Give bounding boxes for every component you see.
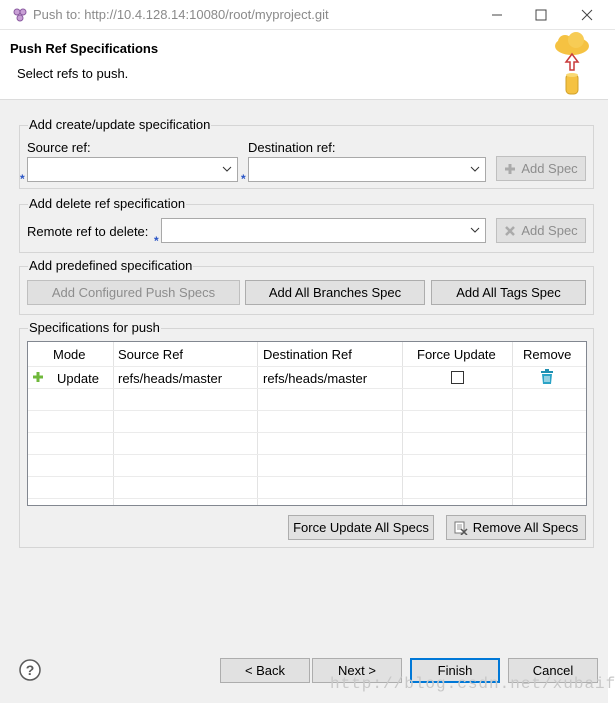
page-subtitle: Select refs to push. — [17, 66, 129, 81]
delete-icon — [505, 225, 516, 236]
row-source-ref: refs/heads/master — [118, 371, 223, 386]
column-header-source-ref[interactable]: Source Ref — [118, 347, 183, 362]
column-header-mode[interactable]: Mode — [53, 347, 86, 362]
destination-ref-combo[interactable] — [248, 157, 486, 182]
add-all-branches-spec-button[interactable]: Add All Branches Spec — [245, 280, 425, 305]
help-icon[interactable]: ? — [19, 659, 41, 681]
minimize-button[interactable] — [478, 2, 516, 28]
cloud-upload-icon — [555, 32, 589, 95]
maximize-icon — [535, 9, 547, 21]
row-divider — [28, 410, 586, 411]
title-bar: Push to: http://10.4.128.14:10080/root/m… — [0, 0, 615, 30]
table-header: Mode Source Ref Destination Ref Force Up… — [28, 342, 586, 366]
create-update-group-label: Add create/update specification — [28, 117, 212, 132]
row-divider — [28, 388, 586, 389]
remove-all-specs-label: Remove All Specs — [472, 520, 579, 535]
row-divider — [28, 432, 586, 433]
maximize-button[interactable] — [522, 2, 560, 28]
remove-all-icon — [454, 521, 468, 535]
svg-text:?: ? — [26, 662, 35, 678]
specifications-group-label: Specifications for push — [28, 320, 161, 335]
force-update-all-specs-button[interactable]: Force Update All Specs — [288, 515, 434, 540]
back-button[interactable]: < Back — [220, 658, 310, 683]
add-icon — [505, 163, 516, 174]
minimize-icon — [492, 14, 502, 16]
destination-ref-label: Destination ref: — [248, 140, 336, 155]
row-divider — [28, 476, 586, 477]
chevron-down-icon — [470, 227, 480, 233]
specifications-table: Mode Source Ref Destination Ref Force Up… — [27, 341, 587, 506]
source-ref-label: Source ref: — [27, 140, 91, 155]
background-window-strip — [608, 30, 615, 703]
add-update-icon — [33, 372, 43, 382]
add-delete-spec-button[interactable]: Add Spec — [496, 218, 586, 243]
watermark: http://blog.csdn.net/xubaifu — [330, 675, 615, 693]
wizard-header: Push Ref Specifications Select refs to p… — [0, 30, 615, 100]
required-marker: * — [241, 172, 246, 186]
add-spec-label: Add Spec — [521, 161, 578, 176]
close-button[interactable] — [568, 2, 606, 28]
add-spec-label: Add Spec — [521, 223, 578, 238]
column-header-destination-ref[interactable]: Destination Ref — [263, 347, 352, 362]
add-configured-push-specs-button[interactable]: Add Configured Push Specs — [27, 280, 240, 305]
row-divider — [28, 454, 586, 455]
required-marker: * — [154, 234, 159, 248]
remote-ref-combo[interactable] — [161, 218, 486, 243]
required-marker: * — [20, 172, 25, 186]
add-all-tags-spec-button[interactable]: Add All Tags Spec — [431, 280, 586, 305]
source-ref-combo[interactable] — [27, 157, 238, 182]
delete-ref-group-label: Add delete ref specification — [28, 196, 187, 211]
window-title: Push to: http://10.4.128.14:10080/root/m… — [33, 7, 329, 22]
row-divider — [28, 498, 586, 499]
page-title: Push Ref Specifications — [10, 41, 159, 56]
remove-all-specs-button[interactable]: Remove All Specs — [446, 515, 586, 540]
remote-ref-label: Remote ref to delete: — [27, 224, 149, 239]
chevron-down-icon — [470, 166, 480, 172]
close-icon — [581, 9, 593, 21]
row-divider — [28, 366, 586, 367]
column-header-remove[interactable]: Remove — [523, 347, 571, 362]
trash-icon[interactable] — [540, 369, 554, 384]
row-destination-ref: refs/heads/master — [263, 371, 368, 386]
force-update-checkbox[interactable] — [451, 371, 464, 384]
row-mode: Update — [57, 371, 99, 386]
git-push-icon — [13, 8, 27, 22]
column-header-force-update[interactable]: Force Update — [417, 347, 496, 362]
predefined-group-label: Add predefined specification — [28, 258, 194, 273]
chevron-down-icon — [222, 166, 232, 172]
add-create-spec-button[interactable]: Add Spec — [496, 156, 586, 181]
